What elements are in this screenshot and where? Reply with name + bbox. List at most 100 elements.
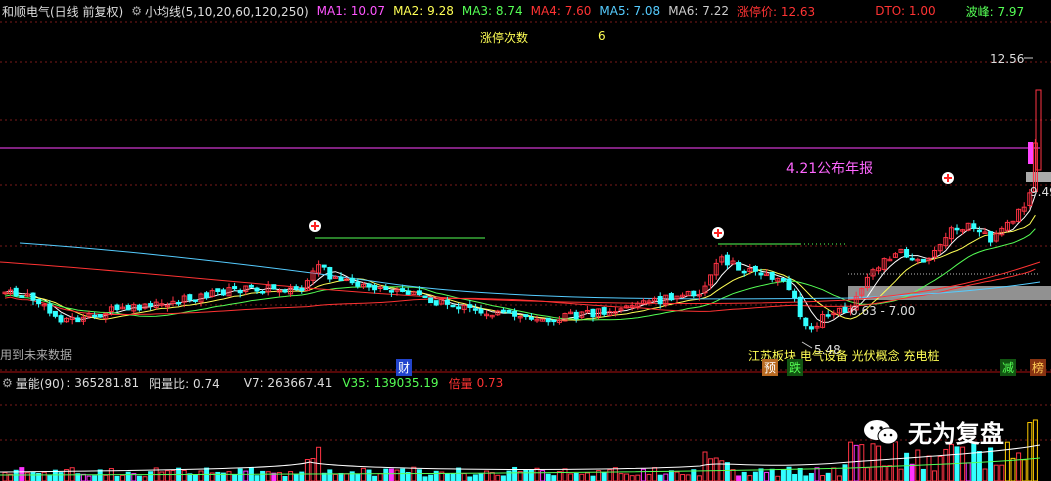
volume-bar[interactable]	[876, 445, 882, 481]
volume-bar[interactable]	[814, 467, 820, 481]
volume-bar[interactable]	[254, 475, 260, 481]
volume-bar[interactable]	[310, 457, 316, 481]
candle[interactable]	[601, 307, 607, 315]
volume-bar[interactable]	[881, 465, 887, 481]
candle[interactable]	[422, 295, 428, 298]
volume-bar[interactable]	[461, 473, 467, 481]
volume-bar[interactable]	[965, 462, 971, 481]
volume-bar[interactable]	[932, 470, 938, 481]
volume-bar[interactable]	[125, 471, 131, 481]
volume-bar[interactable]	[142, 476, 148, 481]
candle[interactable]	[988, 231, 994, 243]
candle[interactable]	[512, 310, 518, 317]
volume-bar[interactable]	[192, 474, 198, 481]
volume-bar[interactable]	[400, 468, 406, 481]
volume-bar[interactable]	[663, 473, 669, 481]
volume-bar[interactable]	[243, 470, 249, 481]
volume-bar[interactable]	[2, 472, 8, 481]
candle[interactable]	[388, 290, 394, 293]
plus-marker-3[interactable]	[942, 172, 954, 184]
volume-bar[interactable]	[332, 473, 338, 481]
plus-marker-1[interactable]	[309, 220, 321, 232]
volume-bar[interactable]	[1004, 441, 1010, 481]
candle[interactable]	[355, 281, 361, 287]
volume-bar[interactable]	[1027, 422, 1033, 481]
volume-bar[interactable]	[775, 475, 781, 481]
candle[interactable]	[842, 306, 848, 313]
candle[interactable]	[500, 309, 506, 313]
candle[interactable]	[954, 227, 960, 231]
volume-bar[interactable]	[988, 447, 994, 481]
candle[interactable]	[176, 301, 182, 305]
volume-bar[interactable]	[624, 473, 630, 481]
volume-bar[interactable]	[657, 474, 663, 481]
limit-up-candle[interactable]	[1028, 142, 1033, 164]
volume-bar[interactable]	[92, 475, 98, 481]
volume-bar[interactable]	[428, 474, 434, 481]
volume-bar[interactable]	[556, 471, 562, 481]
volume-bar[interactable]	[1021, 459, 1027, 481]
volume-bar[interactable]	[433, 470, 439, 481]
candle[interactable]	[920, 258, 926, 263]
volume-bar[interactable]	[136, 475, 142, 481]
candle[interactable]	[52, 310, 58, 317]
candle[interactable]	[467, 304, 473, 308]
volume-bar[interactable]	[780, 469, 786, 481]
volume-bar[interactable]	[30, 472, 36, 481]
volume-bar[interactable]	[601, 472, 607, 481]
volume-bar[interactable]	[724, 462, 730, 481]
volume-bar[interactable]	[668, 470, 674, 481]
volume-bar[interactable]	[372, 475, 378, 481]
candle[interactable]	[433, 300, 439, 306]
volume-bar[interactable]	[47, 475, 53, 481]
volume-bar[interactable]	[730, 469, 736, 481]
volume-bar[interactable]	[842, 464, 848, 481]
volume-bar[interactable]	[377, 473, 383, 481]
volume-bar[interactable]	[159, 471, 165, 481]
candle[interactable]	[444, 299, 450, 305]
volume-bar[interactable]	[752, 471, 758, 481]
candle[interactable]	[282, 289, 288, 293]
candle[interactable]	[825, 314, 831, 317]
volume-bar[interactable]	[444, 473, 450, 481]
candle[interactable]	[416, 290, 422, 296]
volume-bar[interactable]	[265, 471, 271, 481]
volume-bar[interactable]	[321, 472, 327, 481]
volume-bar[interactable]	[993, 464, 999, 481]
candle[interactable]	[13, 287, 19, 297]
candle[interactable]	[97, 314, 103, 318]
volume-bar[interactable]	[500, 475, 506, 481]
candle[interactable]	[808, 326, 814, 330]
volume-bar[interactable]	[758, 468, 764, 481]
candle[interactable]	[803, 317, 809, 327]
candle[interactable]	[691, 290, 697, 297]
volume-bar[interactable]	[741, 471, 747, 481]
volume-bar[interactable]	[870, 443, 876, 481]
candle[interactable]	[741, 270, 747, 274]
volume-bar[interactable]	[680, 474, 686, 481]
candle[interactable]	[19, 295, 25, 298]
volume-bar[interactable]	[422, 476, 428, 481]
candle[interactable]	[260, 291, 266, 294]
candle[interactable]	[909, 257, 915, 261]
volume-bar[interactable]	[41, 471, 47, 481]
volume-bar[interactable]	[579, 473, 585, 481]
candle[interactable]	[204, 292, 210, 299]
candle[interactable]	[148, 303, 154, 307]
volume-bar[interactable]	[80, 473, 86, 481]
candle[interactable]	[271, 284, 277, 290]
volume-bar[interactable]	[148, 471, 154, 481]
volume-bar[interactable]	[388, 468, 394, 481]
volume-bar[interactable]	[736, 475, 742, 481]
volume-bar[interactable]	[478, 473, 484, 481]
candle[interactable]	[752, 265, 758, 272]
volume-bar[interactable]	[120, 474, 126, 481]
volume-bar[interactable]	[86, 475, 92, 481]
volume-bar[interactable]	[1010, 457, 1016, 481]
gear-icon[interactable]: ⚙	[2, 376, 13, 390]
volume-bar[interactable]	[820, 475, 826, 481]
candle[interactable]	[338, 276, 344, 282]
volume-bar[interactable]	[327, 469, 333, 481]
volume-bar[interactable]	[943, 448, 949, 481]
volume-bar[interactable]	[416, 469, 422, 481]
